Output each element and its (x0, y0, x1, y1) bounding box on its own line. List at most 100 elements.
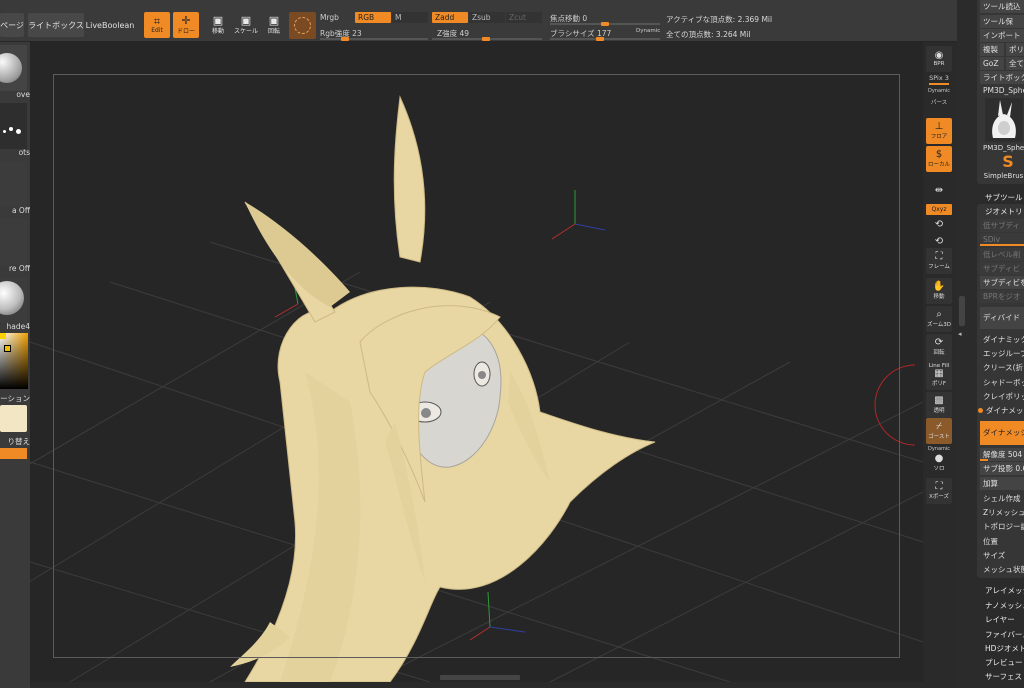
goz-all-button[interactable]: 全て (1006, 57, 1024, 70)
local-button[interactable]: $ ローカル (926, 146, 952, 172)
claypolish-menu[interactable]: クレイポリッ (980, 390, 1024, 403)
texture-thumb[interactable] (0, 219, 27, 265)
shadowbox-menu[interactable]: シャドーボッ (980, 376, 1024, 389)
clone-button[interactable]: 複製 (980, 43, 1004, 56)
edit-button[interactable]: ⌗ Edit (144, 12, 170, 38)
swap-color-button[interactable] (0, 448, 27, 459)
z-intensity-knob[interactable] (481, 37, 490, 41)
transp-button[interactable]: ▩ 透明 (926, 392, 952, 418)
xpose-button[interactable]: ⛶ Xポーズ (926, 478, 952, 504)
polyf-button[interactable]: Line Fill ▦ ポリF (926, 360, 952, 390)
move-mode-button[interactable]: ▣ 移動 (205, 12, 231, 38)
material-thumb[interactable] (0, 277, 27, 323)
subtool-menu[interactable]: サブツール (980, 191, 1024, 204)
rgb-intensity-knob[interactable] (340, 37, 349, 41)
goz-button[interactable]: GoZ (980, 57, 1004, 70)
ghost-button[interactable]: ⌿ ゴースト (926, 418, 952, 444)
lightbox-tools-button[interactable]: ライトボック (980, 71, 1024, 84)
stroke-thumb[interactable] (0, 103, 27, 149)
spix-knob[interactable] (929, 83, 949, 85)
lsym-button[interactable]: ⇹ (926, 178, 952, 204)
delete-lower-button[interactable]: サブディビ (980, 262, 1024, 275)
swap-label[interactable]: り替え (0, 436, 31, 447)
layers-menu[interactable]: レイヤー (980, 613, 1024, 626)
brush-dynamic-toggle[interactable]: Dynamic (636, 28, 660, 34)
color-cursor-icon[interactable] (4, 345, 11, 352)
bottom-tray-handle[interactable] (440, 675, 520, 680)
floor-button[interactable]: ⊥ フロア (926, 118, 952, 144)
tray-collapse-icon[interactable]: ◂ (958, 330, 962, 338)
resolution-knob[interactable] (980, 459, 988, 461)
bpr-button[interactable]: ◉ BPR (926, 46, 952, 72)
color-picker[interactable] (0, 333, 28, 389)
spix-slider[interactable]: SPix 3 (923, 74, 955, 82)
xyz-button[interactable]: Qxyz (926, 204, 952, 215)
edge-loop-menu[interactable]: エッジループ (980, 347, 1024, 360)
size-menu[interactable]: サイズ (980, 549, 1024, 562)
sdiv-knob[interactable] (980, 244, 1024, 246)
add-button[interactable]: 加算 (980, 477, 1024, 490)
preview-menu[interactable]: プレビュー (980, 656, 1024, 669)
lightbox-button[interactable]: ライトボックス (28, 13, 84, 37)
zcut-toggle[interactable]: Zcut (506, 12, 542, 23)
tool-thumbnail[interactable] (985, 98, 1023, 142)
rgb-toggle[interactable]: RGB (355, 12, 391, 23)
brush-size-knob[interactable] (595, 37, 604, 41)
tool-load-button[interactable]: ツール読込 (980, 0, 1024, 13)
page-button[interactable]: ページ (0, 13, 24, 37)
position-menu[interactable]: 位置 (980, 535, 1024, 548)
focal-shift-knob[interactable] (601, 22, 609, 26)
divide-button[interactable]: ディバイド (980, 307, 1024, 329)
rotate-mode-button[interactable]: ▣ 回転 (261, 12, 287, 38)
document-canvas[interactable] (30, 42, 923, 682)
liveboolean-button[interactable]: LiveBoolean (86, 13, 134, 37)
scale-mode-button[interactable]: ▣ スケール (233, 12, 259, 38)
subproj-slider[interactable]: サブ投影 0.6 (980, 462, 1024, 475)
dynamic-toggle[interactable]: Dynamic (923, 88, 955, 94)
geometry-menu[interactable]: ジオメトリ (980, 205, 1024, 218)
rotate-y-button[interactable]: ⟲ (926, 235, 952, 249)
solo-button[interactable]: ● ソロ (926, 452, 952, 474)
mesh-integrity-menu[interactable]: メッシュ状態 (980, 563, 1024, 576)
zoom-button[interactable]: ⌕ ズーム3D (926, 306, 952, 332)
alpha-thumb[interactable] (0, 161, 27, 207)
shell-menu[interactable]: シェル作成 (980, 492, 1024, 505)
frame-button[interactable]: ⛶ フレーム (926, 248, 952, 274)
simple-brush-icon[interactable]: S (1000, 153, 1016, 171)
tray-scroll-handle[interactable] (959, 296, 965, 326)
main-color-swatch[interactable] (0, 405, 27, 432)
topology-menu[interactable]: トポロジー調 (980, 520, 1024, 533)
array-mesh-menu[interactable]: アレイメッシ (980, 584, 1024, 597)
material-thumb-button[interactable] (289, 12, 316, 39)
rotate-axis-button[interactable]: ⟲ (926, 215, 952, 235)
zadd-toggle[interactable]: Zadd (432, 12, 468, 23)
brush-thumb[interactable] (0, 45, 27, 91)
dynamesh-menu[interactable]: ダイナメッシ (983, 404, 1024, 417)
mrgb-toggle[interactable]: Mrgb (320, 13, 339, 22)
dynamesh-button[interactable]: ダイナメッシ (980, 421, 1024, 445)
freeze-subdiv-button[interactable]: サブディビを (980, 276, 1024, 289)
draw-button[interactable]: ✛ ドロー (173, 12, 199, 38)
brush-circle-icon (294, 17, 311, 34)
zremesher-menu[interactable]: Zリメッシュ (980, 506, 1024, 519)
move-view-button[interactable]: ✋ 移動 (926, 278, 952, 304)
rotate-view-button[interactable]: ⟳ 回転 (926, 334, 952, 360)
tool-save-button[interactable]: ツール保 (980, 15, 1024, 28)
lower-res-button[interactable]: 低レベル削 (980, 248, 1024, 261)
hd-geometry-menu[interactable]: HDジオメト (980, 642, 1024, 655)
m-toggle[interactable]: M (392, 12, 428, 23)
bpr-geo-button[interactable]: BPRをジオ (980, 290, 1024, 303)
higher-subdiv-button[interactable]: 低サブディ (980, 219, 1024, 232)
fibermesh-menu[interactable]: ファイバーメ (980, 628, 1024, 641)
crease-menu[interactable]: クリース(折 (980, 361, 1024, 374)
surface-menu[interactable]: サーフェス (980, 670, 1024, 683)
polymesh-button[interactable]: ポリ (1006, 43, 1024, 56)
dynamic-subdiv-menu[interactable]: ダイナミック (980, 333, 1024, 346)
import-button[interactable]: インポート (980, 29, 1024, 42)
persp-button[interactable]: パース (923, 98, 955, 106)
nano-mesh-menu[interactable]: ナノメッシュ (980, 599, 1024, 612)
right-tray-strip[interactable]: ◂ (957, 0, 975, 688)
active-points-readout: アクティブな頂点数: 2.369 Mil (666, 15, 773, 24)
total-points-readout: 全ての頂点数: 3.264 Mil (666, 30, 751, 39)
zsub-toggle[interactable]: Zsub (469, 12, 505, 23)
